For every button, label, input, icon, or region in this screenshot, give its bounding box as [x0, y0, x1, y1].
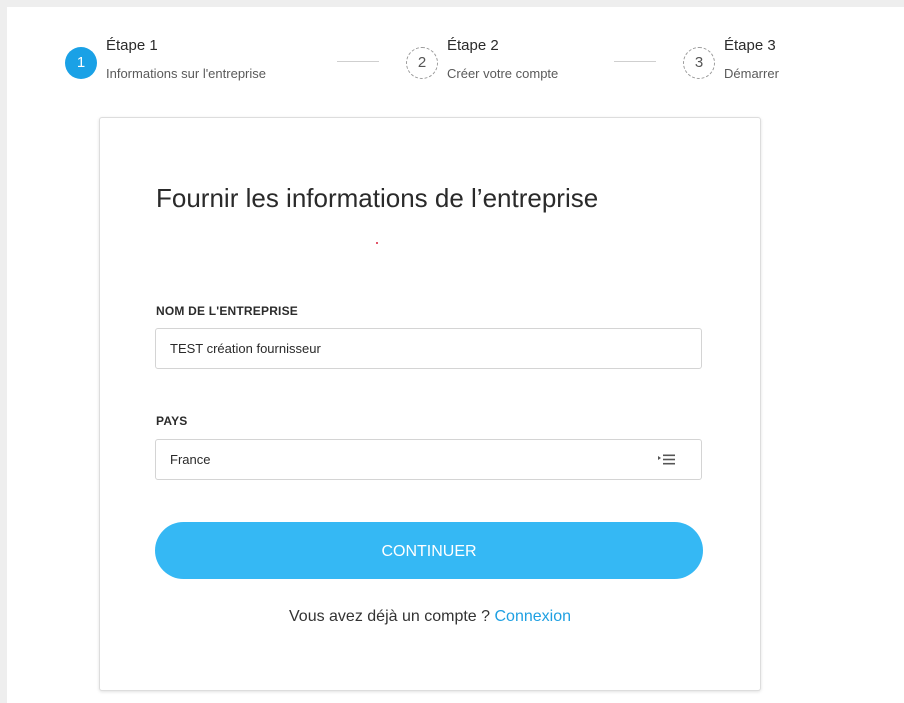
country-select-value: France: [170, 452, 211, 467]
step-3-number: 3: [683, 47, 715, 79]
company-name-input[interactable]: [156, 329, 701, 368]
step-connector: [337, 61, 379, 62]
company-name-label: NOM DE L'ENTREPRISE: [156, 304, 298, 318]
step-1-number: 1: [65, 47, 97, 79]
country-select[interactable]: France: [155, 439, 702, 480]
step-3-subtitle: Démarrer: [724, 66, 779, 81]
step-2: 2 Étape 2 Créer votre compte: [406, 37, 606, 89]
page-title: Fournir les informations de l’entreprise: [156, 183, 599, 213]
page: 1 Étape 1 Informations sur l'entreprise …: [7, 7, 904, 703]
stepper: 1 Étape 1 Informations sur l'entreprise …: [7, 7, 904, 107]
company-info-card: Fournir les informations de l’entreprise…: [99, 117, 761, 691]
step-connector: [614, 61, 656, 62]
step-2-number: 2: [406, 47, 438, 79]
step-1-title: Étape 1: [106, 37, 158, 54]
country-label: PAYS: [156, 414, 188, 428]
list-icon[interactable]: [658, 454, 675, 465]
step-1-subtitle: Informations sur l'entreprise: [106, 66, 266, 81]
step-2-subtitle: Créer votre compte: [447, 66, 559, 81]
login-prompt-text: Vous avez déjà un compte ?: [289, 608, 491, 625]
company-name-field-wrapper: [155, 328, 702, 369]
login-prompt-line: Vous avez déjà un compte ? Connexion: [100, 608, 760, 626]
step-3-title: Étape 3: [724, 37, 776, 54]
continue-button[interactable]: CONTINUER: [155, 522, 703, 579]
step-1: 1 Étape 1 Informations sur l'entreprise: [65, 37, 325, 89]
login-link[interactable]: Connexion: [494, 608, 571, 625]
red-marker-dot: [376, 242, 378, 244]
step-2-title: Étape 2: [447, 37, 499, 54]
step-3: 3 Étape 3 Démarrer: [683, 37, 833, 89]
